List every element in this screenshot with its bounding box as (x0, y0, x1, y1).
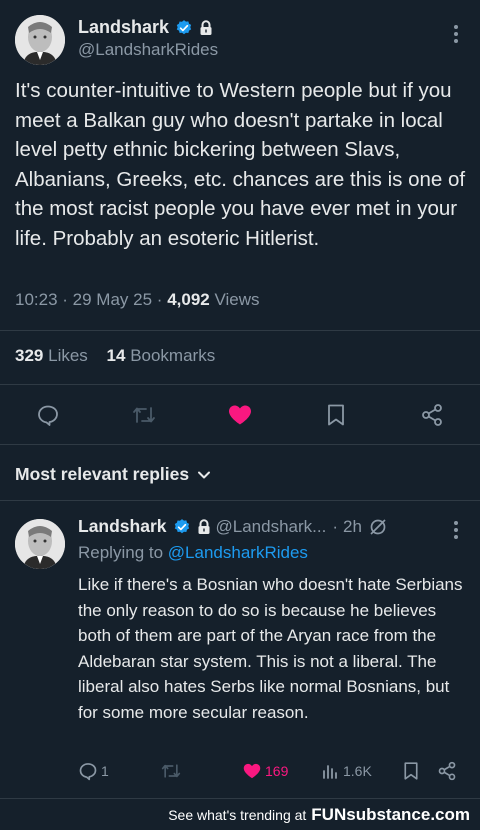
lock-icon (200, 19, 212, 35)
reply-icon[interactable] (28, 395, 68, 435)
bookmark-icon[interactable] (316, 395, 356, 435)
author-name[interactable]: Landshark (78, 17, 169, 38)
post-meta: 10:23 · 29 May 25 · 4,092 Views (15, 290, 260, 310)
reply-reply-count: 1 (101, 763, 109, 779)
share-icon (438, 761, 456, 781)
author-row: Landshark (78, 17, 213, 38)
reply-retweet-button[interactable] (160, 758, 182, 784)
reply-bookmark-button[interactable] (402, 758, 420, 784)
views-count: 4,092 (167, 290, 210, 309)
post-stats: 329 Likes 14 Bookmarks (15, 346, 215, 366)
likes-label: Likes (48, 346, 88, 365)
bookmarks-count: 14 (106, 346, 126, 365)
heart-icon (243, 763, 261, 779)
divider (0, 798, 480, 799)
more-icon[interactable] (446, 24, 466, 50)
meta-separator: · (156, 290, 168, 309)
reply-reply-button[interactable]: 1 (78, 758, 109, 784)
watermark-text: See what's trending at (168, 807, 307, 823)
divider (0, 384, 480, 385)
views-label: Views (214, 290, 260, 309)
reply-like-button[interactable]: 169 (242, 758, 288, 784)
watermark-brand: FUNsubstance.com (311, 805, 470, 824)
verified-badge-icon (174, 518, 189, 533)
replying-prefix: Replying to (78, 543, 164, 562)
reply-author-handle[interactable]: @Landshark... (216, 517, 327, 537)
watermark: See what's trending at FUNsubstance.com (0, 800, 480, 830)
avatar[interactable] (15, 519, 65, 569)
lock-icon (198, 518, 209, 534)
views-icon (323, 765, 337, 779)
share-icon[interactable] (412, 395, 452, 435)
post-time: 10:23 (15, 290, 58, 309)
chevron-down-icon (198, 471, 211, 478)
post-text: It's counter-intuitive to Western people… (15, 79, 466, 250)
divider (0, 500, 480, 501)
meta-separator: · (332, 516, 338, 536)
reply-text: Like if there's a Bosnian who doesn't ha… (78, 575, 463, 722)
likes-count: 329 (15, 346, 44, 365)
reply-actions: 1 169 1.6K (0, 758, 480, 784)
reply-author-name[interactable]: Landshark (78, 516, 167, 537)
reply-view-count: 1.6K (343, 763, 372, 779)
avatar-photo-icon (15, 15, 65, 65)
divider (0, 330, 480, 331)
replies-sort-button[interactable]: Most relevant replies (15, 464, 211, 485)
divider (0, 444, 480, 445)
more-icon[interactable] (446, 520, 466, 546)
reply-views-button[interactable]: 1.6K (322, 758, 372, 784)
replying-to: Replying to @LandsharkRides (78, 543, 308, 563)
reply-share-button[interactable] (437, 758, 457, 784)
reply-icon (79, 763, 97, 781)
post-actions (0, 395, 480, 435)
reply-age: 2h (343, 516, 362, 536)
replies-header-label: Most relevant replies (15, 464, 190, 484)
heart-icon[interactable] (220, 395, 260, 435)
retweet-icon (161, 764, 181, 778)
reply-like-count: 169 (265, 763, 289, 779)
bookmarks-stat[interactable]: 14 Bookmarks (107, 346, 216, 365)
replying-to-link[interactable]: @LandsharkRides (168, 543, 308, 562)
verified-badge-icon (176, 19, 192, 34)
author-handle[interactable]: @LandsharkRides (78, 40, 218, 60)
bookmarks-label: Bookmarks (130, 346, 216, 365)
bookmark-icon (404, 762, 418, 780)
likes-stat[interactable]: 329 Likes (15, 346, 93, 365)
grok-icon[interactable] (368, 517, 388, 537)
avatar[interactable] (15, 15, 65, 65)
post-date: 29 May 25 (72, 290, 153, 309)
avatar-photo-icon (15, 519, 65, 569)
retweet-icon[interactable] (124, 395, 164, 435)
reply-author-row: Landshark @Landshark... · 2h (78, 516, 388, 537)
meta-separator: · (62, 290, 73, 309)
